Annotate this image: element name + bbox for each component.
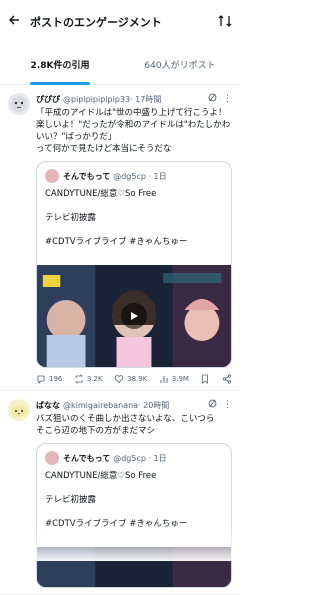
avatar[interactable] — [8, 93, 30, 115]
share-icon — [222, 374, 232, 384]
like-button[interactable]: 38.9K — [114, 374, 147, 384]
arrow-left-icon[interactable] — [8, 14, 30, 30]
views-chart-icon — [160, 376, 168, 383]
user-name[interactable]: ぱなな — [36, 400, 60, 411]
quoted-line: #CDTVライブライブ #きゃんちゅー — [45, 237, 188, 247]
quoted-user-name: そんでもって — [63, 453, 111, 463]
tab-bar: 2.8K件の引用 640人がリポスト — [0, 44, 240, 85]
quoted-post[interactable]: そんでもって @dg5cp · 1日 CANDYTUNE/総意♡So Free … — [36, 161, 232, 368]
views-button[interactable]: 3.9M — [159, 374, 189, 384]
top-bar: ポストのエンゲージメント — [0, 0, 240, 44]
reply-button[interactable]: 196 — [36, 374, 62, 384]
quoted-user-handle: @dg5cp · 1日 — [113, 171, 167, 181]
sort-arrows-icon[interactable] — [218, 14, 232, 30]
reply-count: 196 — [49, 375, 63, 383]
repost-icon — [74, 374, 83, 384]
like-count: 38.9K — [127, 375, 148, 383]
share-button[interactable] — [222, 374, 232, 384]
quoted-line: CANDYTUNE/総意♡So Free — [45, 471, 157, 481]
grok-icon[interactable] — [208, 93, 217, 105]
post-actions: 196 3.2K 38.9K 3.9M — [36, 374, 232, 384]
scroll-fade — [0, 521, 240, 561]
quoted-user-name: そんでもって — [63, 171, 111, 181]
quoted-avatar — [45, 451, 59, 465]
quoted-text: CANDYTUNE/総意♡So Free テレビ初披露 #CDTVライブライブ … — [37, 183, 231, 265]
repost-count: 3.2K — [86, 375, 103, 383]
repost-button[interactable]: 3.2K — [74, 374, 103, 384]
bookmark-icon — [202, 374, 209, 384]
play-icon[interactable] — [121, 303, 147, 329]
tab-quotes[interactable]: 2.8K件の引用 — [0, 44, 120, 85]
quoted-line: テレビ初披露 — [45, 213, 97, 223]
more-options-icon[interactable]: ⋮ — [223, 94, 232, 104]
user-name[interactable]: ぴぴぴ — [36, 94, 60, 105]
post-item[interactable]: ぴぴぴ @pipipipipipip33 · 17時間 ⋮ 「平成のアイドルは"… — [0, 85, 240, 391]
quoted-post[interactable]: そんでもって @dg5cp · 1日 CANDYTUNE/総意♡So Free … — [36, 443, 232, 588]
post-time: · 17時間 — [130, 94, 162, 104]
post-text: バズ狙いのくそ曲しか出さないよな、こいつら そこら辺の地下の方がまだマシ — [36, 414, 215, 436]
quoted-line: テレビ初披露 — [45, 495, 97, 505]
avatar[interactable] — [8, 399, 30, 421]
user-handle[interactable]: @pipipipipipip33 — [63, 95, 130, 104]
bookmark-button[interactable] — [200, 374, 210, 384]
quoted-avatar — [45, 169, 59, 183]
user-handle[interactable]: @kimigairebanana — [63, 401, 138, 410]
post-text: 「平成のアイドルは"世の中盛り上げて行こうよ！楽しいよ！"だったが令和のアイドル… — [36, 108, 231, 154]
grok-icon[interactable] — [208, 399, 217, 411]
views-count: 3.9M — [171, 375, 189, 383]
video-thumbnail[interactable] — [37, 265, 231, 367]
more-options-icon[interactable]: ⋮ — [223, 400, 232, 410]
quoted-user-handle: @dg5cp · 1日 — [113, 453, 167, 463]
post-item[interactable]: ぱなな @kimigairebanana · 20時間 ⋮ バズ狙いのくそ曲しか… — [0, 391, 240, 595]
post-time: · 20時間 — [138, 400, 170, 410]
heart-icon — [114, 375, 124, 384]
quoted-line: CANDYTUNE/総意♡So Free — [45, 189, 157, 199]
tab-reposts[interactable]: 640人がリポスト — [120, 44, 240, 84]
reply-icon — [37, 375, 45, 384]
page-title: ポストのエンゲージメント — [30, 16, 162, 29]
